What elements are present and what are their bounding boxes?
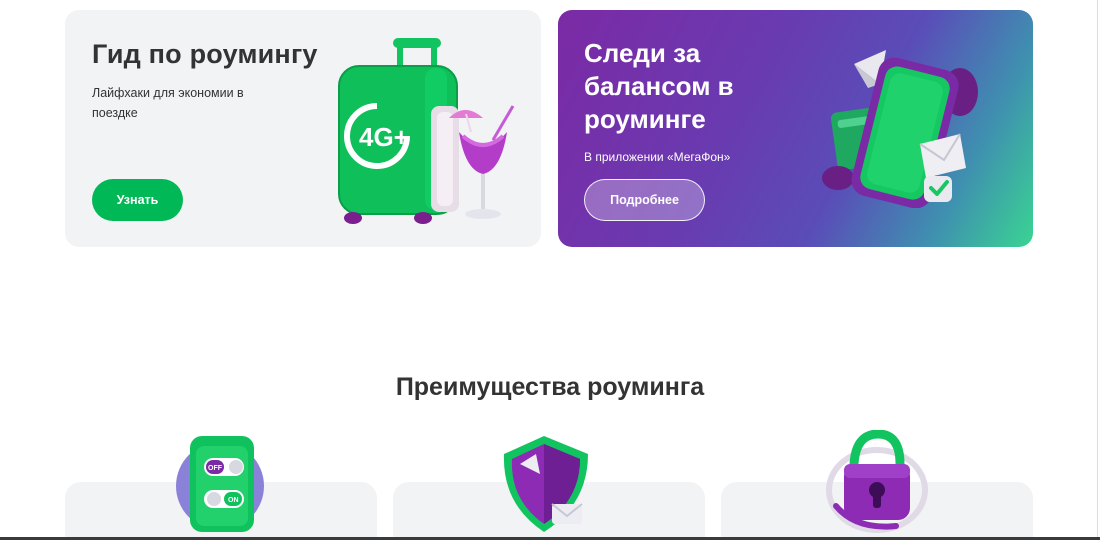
suitcase-4g-icon: 4G+: [338, 38, 515, 224]
phone-app-icon: [822, 50, 978, 208]
learn-button[interactable]: Узнать: [92, 179, 183, 221]
toggle-switches-icon: OFF ON: [176, 436, 264, 532]
toggle-on-label: ON: [228, 497, 239, 504]
more-details-button[interactable]: Подробнее: [584, 179, 705, 221]
promo-card-title: Гид по роумингу: [92, 39, 318, 69]
page-right-edge: [1097, 0, 1098, 540]
toggle-off-label: OFF: [208, 465, 223, 472]
promo-card-subtitle: В приложении «МегаФон»: [584, 150, 731, 164]
section-title: Преимущества роуминга: [395, 373, 705, 401]
promo-card-subtitle: Лайфхаки для экономии в поездке: [92, 86, 244, 120]
promo-card-title: Следи за балансом в роуминге: [584, 38, 734, 134]
page-top-edge: [0, 0, 1100, 4]
shield-icon: [503, 436, 588, 532]
svg-text:4G+: 4G+: [359, 122, 409, 152]
promo-card-roaming-guide[interactable]: Гид по роумингу Лайфхаки для экономии в …: [65, 10, 541, 247]
padlock-icon: [826, 430, 928, 533]
promo-card-balance-tracking[interactable]: Следи за балансом в роуминге В приложени…: [558, 10, 1033, 247]
